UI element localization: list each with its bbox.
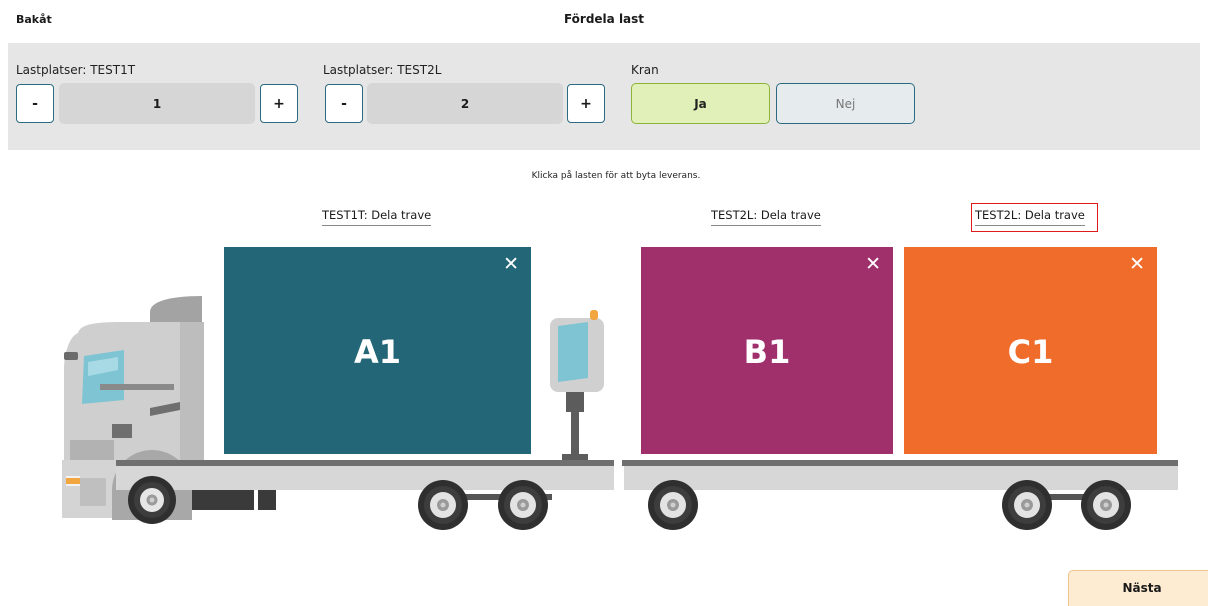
wheel (128, 476, 176, 524)
wheel (1081, 480, 1131, 530)
close-icon[interactable]: ✕ (865, 255, 881, 274)
wheel (648, 480, 698, 530)
close-icon[interactable]: ✕ (1129, 255, 1145, 274)
cargo-stack-c1[interactable]: ✕ C1 (904, 247, 1157, 454)
wheel (1002, 480, 1052, 530)
cargo-label: A1 (353, 333, 402, 371)
next-button[interactable]: Nästa (1068, 570, 1208, 606)
cargo-stack-a1[interactable]: ✕ A1 (224, 247, 531, 454)
wheel (498, 480, 548, 530)
cargo-label: B1 (743, 333, 791, 371)
app-root: Bakåt Fördela last Lastplatser: TEST1T -… (0, 0, 1208, 606)
cargo-label: C1 (1007, 333, 1054, 371)
wheel (418, 480, 468, 530)
cargo-stack-b1[interactable]: ✕ B1 (641, 247, 893, 454)
close-icon[interactable]: ✕ (503, 255, 519, 274)
